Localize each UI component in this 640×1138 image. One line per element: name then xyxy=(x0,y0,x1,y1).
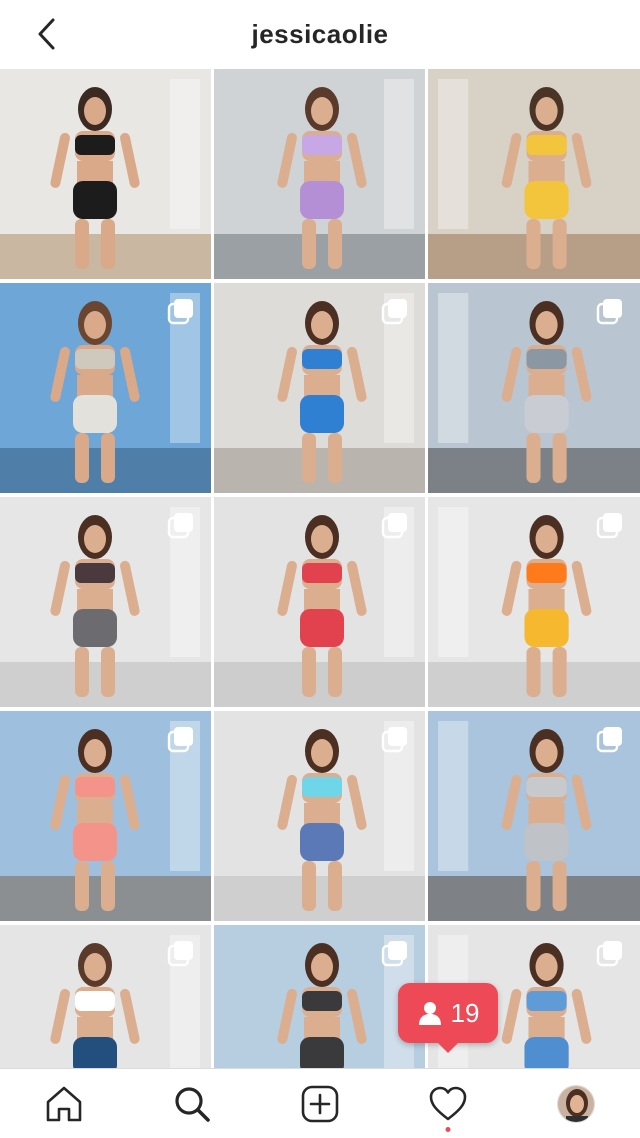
person-icon xyxy=(418,1002,441,1025)
back-button[interactable] xyxy=(26,14,66,54)
post-thumbnail[interactable] xyxy=(0,69,211,279)
carousel-icon xyxy=(167,299,193,325)
nav-home[interactable] xyxy=(32,1072,96,1136)
nav-activity[interactable] xyxy=(416,1072,480,1136)
carousel-icon xyxy=(596,513,622,539)
post-thumbnail[interactable] xyxy=(428,497,640,707)
post-thumbnail[interactable] xyxy=(428,711,640,921)
post-thumbnail[interactable] xyxy=(214,69,425,279)
profile-username: jessicaolie xyxy=(251,18,389,49)
carousel-icon xyxy=(596,941,622,967)
post-thumbnail[interactable] xyxy=(0,711,211,921)
avatar xyxy=(557,1084,595,1123)
nav-search[interactable] xyxy=(160,1072,224,1136)
carousel-icon xyxy=(381,727,407,753)
post-photo xyxy=(428,69,640,279)
carousel-icon xyxy=(381,299,407,325)
post-thumbnail[interactable] xyxy=(214,497,425,707)
top-bar: jessicaolie xyxy=(0,0,640,68)
carousel-icon xyxy=(167,727,193,753)
post-photo xyxy=(0,69,211,279)
home-icon xyxy=(46,1086,82,1121)
post-thumbnail[interactable] xyxy=(428,283,640,493)
post-thumbnail[interactable] xyxy=(214,925,425,1068)
bottom-navigation xyxy=(0,1068,640,1138)
post-photo xyxy=(214,69,425,279)
notification-count: 19 xyxy=(450,997,480,1028)
post-thumbnail[interactable] xyxy=(214,283,425,493)
post-thumbnail[interactable] xyxy=(0,497,211,707)
carousel-icon xyxy=(381,513,407,539)
carousel-icon xyxy=(167,513,193,539)
plus-square-icon xyxy=(301,1085,339,1122)
carousel-icon xyxy=(596,727,622,753)
post-grid xyxy=(0,69,640,1068)
chevron-left-icon xyxy=(38,18,55,50)
nav-profile[interactable] xyxy=(544,1072,608,1136)
carousel-icon xyxy=(167,941,193,967)
post-thumbnail[interactable] xyxy=(0,925,211,1068)
carousel-icon xyxy=(596,299,622,325)
nav-new-post[interactable] xyxy=(288,1072,352,1136)
carousel-icon xyxy=(381,941,407,967)
post-thumbnail[interactable] xyxy=(428,69,640,279)
post-thumbnail[interactable] xyxy=(0,283,211,493)
post-thumbnail[interactable] xyxy=(214,711,425,921)
heart-icon xyxy=(429,1086,467,1120)
search-icon xyxy=(175,1086,210,1122)
follower-notification-badge[interactable]: 19 xyxy=(398,983,498,1043)
activity-indicator-dot xyxy=(445,1126,451,1132)
